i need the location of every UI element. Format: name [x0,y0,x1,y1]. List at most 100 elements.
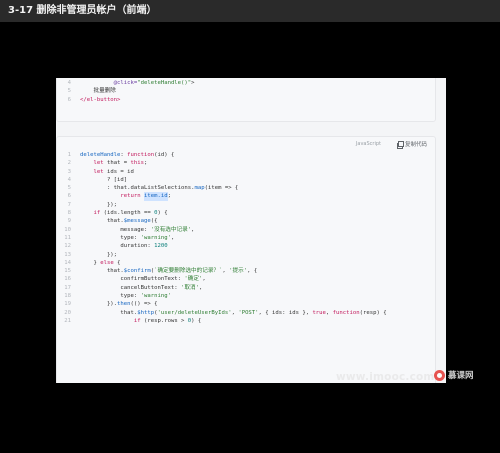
code-token: item.id [144,192,168,201]
code-token: 批量删除 [80,88,116,95]
code-token: confirmButtonText: [80,276,185,283]
code-token: function [332,309,360,316]
code-token: > [191,80,195,86]
code-line: 6 </el-button> [57,96,435,104]
code-token: if [133,317,141,324]
code-token: `确定要删除选中的记录？` [154,268,223,275]
video-title: 3-17 删除非管理员帐户（前端） [0,0,500,22]
line-number: 19 [64,301,71,308]
code-token: </el-button> [80,96,121,103]
line-number: 5 [67,88,71,95]
code-token: , [325,309,333,316]
code-token: let [93,160,104,167]
code-token: deleteHandle [80,152,121,158]
code-line: 18 type: 'warning' [57,292,435,300]
code-token: ({ [150,218,158,225]
line-number: 14 [64,259,71,266]
code-token: "deleteHandle()" [137,80,192,86]
code-token: : [120,152,128,158]
code-token: { [113,259,121,266]
code-token: 'warning' [140,234,171,241]
code-line: 11 type: 'warning', [57,234,435,242]
code-token: let [93,168,104,175]
line-number: 8 [67,210,71,217]
code-token: , [222,268,230,275]
code-block-top: 4 @click= "deleteHandle()" >5 批量删除 6 </el-bu… [56,78,436,122]
code-line: 3 let ids = id [57,168,435,176]
code-token: 'user/deleteUserByIds' [157,309,232,316]
brand-logo: 慕课网 [434,369,474,381]
code-line: 2 let that = this; [57,159,435,167]
code-token: that = [103,160,131,167]
line-number: 17 [64,284,71,291]
code-lines: 4 @click= "deleteHandle()" >5 批量删除 6 </el-bu… [57,78,435,104]
line-number: 5 [67,185,71,192]
code-block-header: JavaScript 复制代码 [57,137,435,151]
code-token: (ids.length == [100,210,155,217]
code-line: 12 duration: 1200 [57,242,435,250]
code-line: 20 that. $http('user/deleteUserByIds', 'P… [57,309,435,317]
code-token: : that.dataListSelections. [80,185,195,192]
code-token: , [202,276,206,283]
code-line: 19 }). then(() => { [57,300,435,308]
code-token: '确定' [184,276,203,283]
code-token: that. [80,218,124,225]
code-line: 7 }); [57,201,435,209]
code-token: , [191,226,195,233]
line-number: 1 [67,152,71,158]
code-token: $message [123,218,151,225]
code-line: 17 cancelButtonText: '取消', [57,284,435,292]
code-token: then [117,301,131,308]
line-number: 2 [67,160,71,167]
line-number: 16 [64,276,71,283]
code-token: , { [247,268,258,275]
site-watermark: www.imooc.com [336,371,435,383]
line-number: 12 [64,243,71,250]
code-token: 'warning' [140,293,171,300]
code-line: 9 that. $message({ [57,217,435,225]
code-token: }); [80,201,118,208]
line-number: 20 [64,309,71,316]
doc-content: 4 @click= "deleteHandle()" >5 批量删除 6 </el-bu… [56,78,446,383]
code-token: function [127,152,155,158]
code-token: (resp.rows > [140,317,188,324]
line-number: 6 [67,193,71,200]
logo-icon [434,369,445,381]
line-number: 7 [67,201,71,208]
code-token: that. [80,268,124,275]
copy-code-label: 复制代码 [404,142,427,148]
code-token: '没有选中记录' [150,226,192,233]
code-token: }); [80,251,118,258]
code-token: ? [id] [80,176,128,183]
code-line: 16 confirmButtonText: '确定', [57,275,435,283]
code-token: , [198,284,203,291]
code-line: 4 @click= "deleteHandle()" > [57,79,435,87]
code-token: }). [80,301,118,308]
code-token: $confirm [123,268,151,275]
code-token: ids = id [103,168,134,175]
line-number: 13 [64,251,71,258]
line-number: 21 [64,317,71,324]
code-token: that. [80,309,138,316]
code-token: map [194,185,205,192]
code-token: return [120,193,141,200]
line-number: 9 [67,218,71,225]
code-token: ) { [191,317,202,324]
code-line: 15 that. $confirm(`确定要删除选中的记录？`, '提示', { [57,267,435,275]
code-token: '提示' [229,268,248,275]
code-block-delete-handle: JavaScript 复制代码 1 deleteHandle: function(… [56,136,436,383]
code-token: $http [137,309,155,316]
code-token: , [231,309,239,316]
code-token: if [93,210,101,217]
code-line: 5 批量删除 [57,87,435,95]
line-number: 3 [67,168,71,175]
copy-code-button[interactable]: 复制代码 [396,140,427,149]
code-line: 1 deleteHandle: function (id) { [57,151,435,159]
line-number: 18 [64,293,71,300]
code-token: (resp) { [359,309,387,316]
code-lines: 1 deleteHandle: function (id) {2 let that … [57,151,435,325]
